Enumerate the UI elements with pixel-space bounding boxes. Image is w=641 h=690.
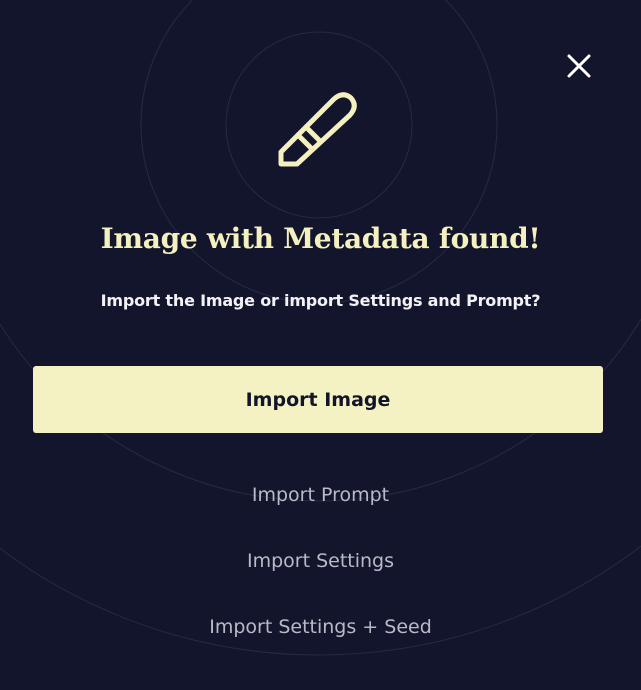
dialog-title: Image with Metadata found! [100, 222, 541, 255]
import-metadata-dialog: Image with Metadata found! Import the Im… [0, 0, 641, 690]
import-settings-button[interactable]: Import Settings [0, 550, 641, 572]
import-image-button[interactable]: Import Image [33, 366, 603, 433]
close-button[interactable] [562, 49, 595, 82]
close-icon [567, 54, 590, 77]
dialog-subtitle: Import the Image or import Settings and … [100, 291, 541, 310]
import-settings-seed-button[interactable]: Import Settings + Seed [0, 616, 641, 638]
import-prompt-button[interactable]: Import Prompt [0, 484, 641, 506]
pen-icon [278, 92, 357, 167]
